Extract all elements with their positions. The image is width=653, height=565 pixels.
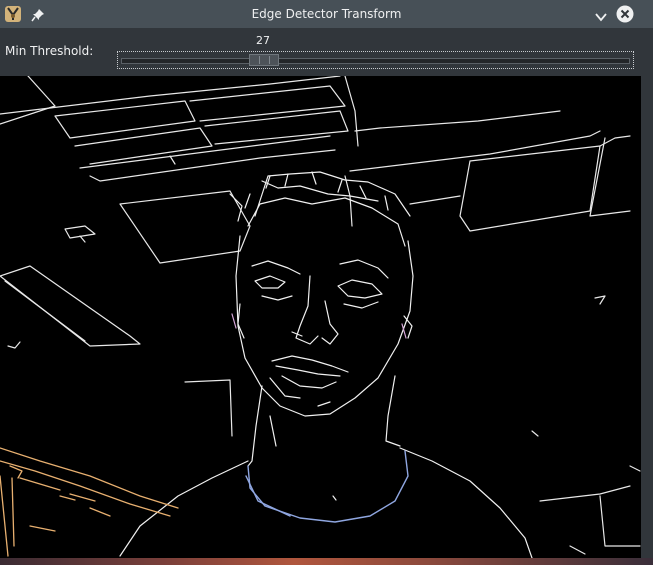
chevron-down-icon[interactable] [594, 8, 608, 22]
controls-panel: Min Threshold: 27 [0, 28, 653, 76]
title-bar: Edge Detector Transform [0, 0, 653, 28]
close-icon[interactable] [616, 5, 634, 23]
window-frame-edge [641, 76, 653, 565]
min-threshold-label: Min Threshold: [5, 44, 94, 58]
edge-detection-output [0, 76, 641, 558]
window-title: Edge Detector Transform [251, 7, 402, 21]
slider-groove [121, 58, 630, 64]
slider-handle[interactable] [249, 54, 279, 66]
min-threshold-slider[interactable] [117, 51, 634, 69]
min-threshold-value: 27 [256, 34, 270, 47]
desktop-background-strip [0, 558, 653, 565]
